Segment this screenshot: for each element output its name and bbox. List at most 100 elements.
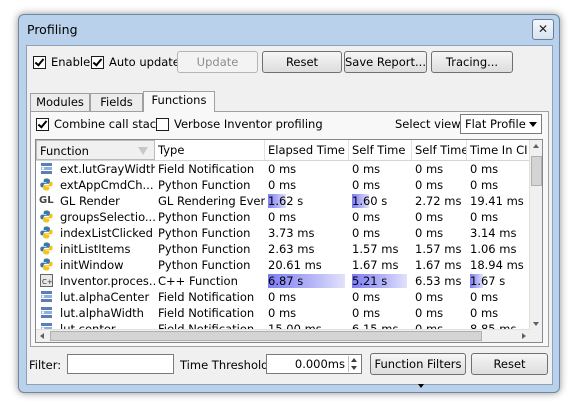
vertical-scrollbar[interactable]	[529, 140, 542, 342]
chevron-down-icon	[529, 122, 537, 127]
checkmark-icon	[36, 117, 49, 131]
cell-elapsed: 0 ms	[268, 305, 349, 321]
scroll-down-icon[interactable]	[533, 322, 539, 326]
table-body: ext.lutGrayWidth Field Notification 0 ms 0 …	[36, 161, 530, 337]
scroll-left-icon[interactable]	[40, 333, 44, 339]
cell-type: Python Function	[158, 225, 265, 241]
verbose-profiling-checkbox[interactable]: Verbose Inventor profiling	[156, 117, 323, 131]
cell-function: ext.lutGrayWidth	[60, 161, 155, 177]
column-header-self-time-2[interactable]: Self Time	[412, 140, 467, 160]
svg-text:C+: C+	[42, 278, 53, 286]
cell-timein: 0 ms	[470, 161, 530, 177]
column-header-function[interactable]: Function	[36, 140, 155, 160]
cell-text: 1.67 s	[470, 274, 506, 288]
window-title: Profiling	[27, 22, 78, 37]
cell-self2: 1.67 ms	[415, 257, 467, 273]
cell-timein: 1.67 s	[470, 273, 530, 289]
scroll-right-icon[interactable]	[522, 333, 526, 339]
table-row[interactable]: ext.lutGrayWidth Field Notification 0 ms 0 …	[36, 161, 530, 177]
spin-buttons[interactable]	[348, 356, 360, 372]
vertical-scroll-thumb[interactable]	[531, 156, 542, 186]
scroll-up-icon[interactable]	[533, 144, 539, 148]
spin-down-icon[interactable]	[351, 366, 357, 370]
cell-text: 6.53 ms	[415, 274, 462, 288]
column-header-elapsed-time[interactable]: Elapsed Time	[265, 140, 349, 160]
time-threshold-spinbox[interactable]: 0.000ms	[266, 354, 362, 374]
function-filters-button[interactable]: Function Filters	[370, 353, 466, 388]
cell-text: Python Function	[158, 226, 251, 240]
tab-fields[interactable]: Fields	[90, 93, 143, 111]
horizontal-scrollbar[interactable]	[36, 329, 530, 342]
cell-function: indexListClicked	[60, 225, 155, 241]
horizontal-scroll-thumb[interactable]	[50, 331, 482, 341]
cell-text: Python Function	[158, 242, 251, 256]
cell-timein: 19.41 ms	[470, 193, 530, 209]
cell-self: 0 ms	[352, 289, 412, 305]
table-row[interactable]: GL GL Render GL Rendering Event 1.62 s 1.60 …	[36, 193, 530, 209]
update-button[interactable]: Update	[177, 51, 258, 73]
table-row[interactable]: extAppCmdCh... Python Function 0 ms 0 ms 0 m…	[36, 177, 530, 193]
cell-text: 2.72 ms	[415, 194, 462, 208]
table-row[interactable]: C+ Inventor.proces... C++ Function 6.87 s 5.…	[36, 273, 530, 289]
cell-timein: 0 ms	[470, 305, 530, 321]
select-view-value: Flat Profile	[465, 117, 526, 131]
python-icon	[39, 226, 53, 240]
tab-modules[interactable]: Modules	[30, 93, 90, 111]
bottom-reset-button[interactable]: Reset	[471, 353, 548, 375]
cell-text: 0 ms	[415, 226, 444, 240]
cell-type: C++ Function	[158, 273, 265, 289]
cell-type: Python Function	[158, 177, 265, 193]
cell-text: 1.62 s	[268, 194, 304, 208]
title-bar[interactable]: Profiling ✕	[19, 15, 559, 45]
cell-elapsed: 3.73 ms	[268, 225, 349, 241]
table-row[interactable]: initListItems Python Function 2.63 ms 1.57 …	[36, 241, 530, 257]
cell-text: 2.63 ms	[268, 242, 315, 256]
cell-function: lut.alphaCenter	[60, 289, 155, 305]
filter-input[interactable]	[67, 354, 174, 374]
enable-checkbox[interactable]: Enable	[33, 55, 90, 69]
checkbox-box	[156, 117, 169, 131]
cell-text: 0 ms	[415, 210, 444, 224]
cell-text: Python Function	[158, 210, 251, 224]
tracing-button[interactable]: Tracing...	[431, 51, 513, 73]
table-row[interactable]: indexListClicked Python Function 3.73 ms 0 …	[36, 225, 530, 241]
save-report-button[interactable]: Save Report...	[344, 51, 427, 73]
cell-text: 0 ms	[352, 210, 381, 224]
client-area: Enable Auto update Update Reset Save Rep…	[26, 45, 553, 388]
cell-text: 0 ms	[415, 178, 444, 192]
cell-text: 20.61 ms	[268, 258, 322, 272]
tab-functions[interactable]: Functions	[143, 91, 215, 112]
gl-icon: GL	[39, 195, 54, 206]
cell-timein: 3.14 ms	[470, 225, 530, 241]
combine-call-stacks-checkbox[interactable]: Combine call stacks	[36, 117, 169, 131]
column-header-self-time[interactable]: Self Time	[349, 140, 412, 160]
table-row[interactable]: groupsSelectio... Python Function 0 ms 0 ms…	[36, 209, 530, 225]
cell-function: initListItems	[60, 241, 155, 257]
close-button[interactable]: ✕	[532, 19, 554, 40]
column-header-type[interactable]: Type	[155, 140, 265, 160]
cell-text: 5.21 s	[352, 274, 388, 288]
cell-text: 18.94 ms	[470, 258, 524, 272]
cell-text: 3.73 ms	[268, 226, 315, 240]
reset-button[interactable]: Reset	[262, 51, 342, 73]
cell-text: 0 ms	[268, 290, 297, 304]
spin-up-icon[interactable]	[351, 358, 357, 362]
cell-self2: 0 ms	[415, 161, 467, 177]
cell-self: 5.21 s	[352, 273, 412, 289]
column-header-time-in-children[interactable]: Time In CI	[467, 140, 530, 160]
table-row[interactable]: lut.alphaWidth Field Notification 0 ms 0 ms…	[36, 305, 530, 321]
cell-text: Python Function	[158, 258, 251, 272]
cell-self2: 0 ms	[415, 305, 467, 321]
auto-update-checkbox[interactable]: Auto update	[91, 55, 180, 69]
cell-self2: 0 ms	[415, 209, 467, 225]
cell-text: Field Notification	[158, 306, 255, 320]
field-icon	[39, 306, 53, 320]
close-icon: ✕	[537, 22, 549, 36]
enable-label: Enable	[51, 55, 91, 69]
cell-elapsed: 0 ms	[268, 289, 349, 305]
select-view-dropdown[interactable]: Flat Profile	[460, 114, 542, 134]
table-row[interactable]: initWindow Python Function 20.61 ms 1.67 ms…	[36, 257, 530, 273]
cell-text: indexListClicked	[60, 226, 153, 240]
cell-function: lut.alphaWidth	[60, 305, 155, 321]
table-row[interactable]: lut.alphaCenter Field Notification 0 ms 0 m…	[36, 289, 530, 305]
